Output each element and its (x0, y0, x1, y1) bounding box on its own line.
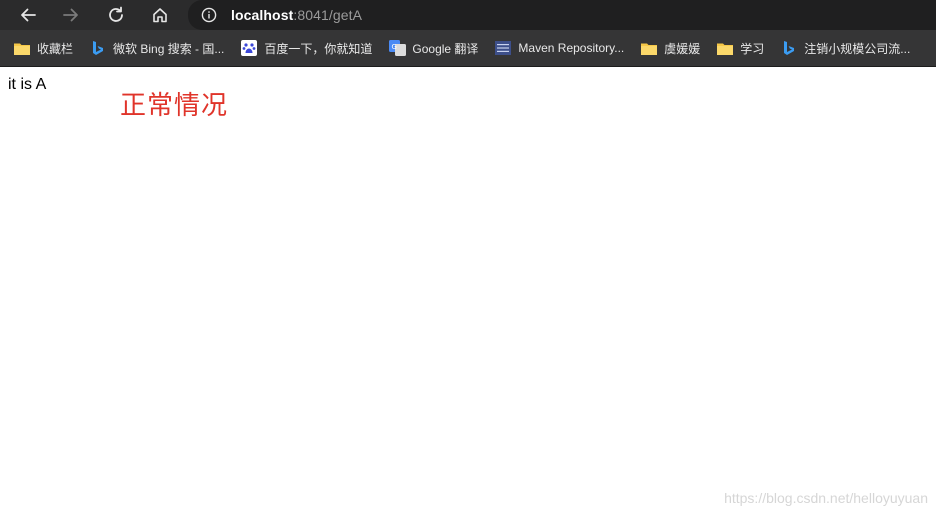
bookmark-folder-yuyuanyuan[interactable]: 虞媛媛 (640, 35, 706, 61)
home-button[interactable] (145, 0, 175, 30)
address-bar[interactable]: localhost:8041/getA (188, 0, 936, 30)
folder-icon (640, 39, 658, 57)
bing-icon (780, 39, 798, 57)
folder-icon (13, 39, 31, 57)
bookmark-label: 收藏栏 (37, 41, 74, 56)
svg-text:G: G (391, 43, 396, 51)
bookmark-label: 注销小规模公司流... (804, 41, 911, 56)
folder-icon (716, 39, 734, 57)
home-icon (153, 8, 167, 23)
browser-toolbar: localhost:8041/getA (0, 0, 936, 30)
browser-window: localhost:8041/getA 收藏栏 微软 Bing 搜索 - 国..… (0, 0, 936, 514)
back-button[interactable] (13, 0, 43, 30)
reload-icon (109, 6, 123, 22)
bookmark-label: 百度一下，你就知道 (264, 41, 373, 56)
arrow-left-icon (21, 8, 36, 22)
bookmark-folder-study[interactable]: 学习 (716, 35, 770, 61)
bookmark-maven[interactable]: Maven Repository... (494, 35, 630, 61)
bookmark-label: Maven Repository... (518, 41, 625, 55)
bookmark-favorites[interactable]: 收藏栏 (13, 35, 79, 61)
bookmark-google-translate[interactable]: G Google 翻译 (388, 35, 484, 61)
bookmark-label: 学习 (740, 41, 765, 56)
bookmark-bing-company[interactable]: 注销小规模公司流... (780, 35, 916, 61)
bookmarks-bar: 收藏栏 微软 Bing 搜索 - 国... 百度一下，你就知道 G Google… (0, 30, 936, 67)
bookmark-label: Google 翻译 (412, 41, 479, 56)
arrow-right-icon (63, 8, 78, 22)
bookmark-label: 虞媛媛 (664, 41, 701, 56)
bookmark-baidu[interactable]: 百度一下，你就知道 (240, 35, 378, 61)
url-text[interactable]: localhost:8041/getA (231, 7, 362, 23)
annotation-label: 正常情况 (120, 91, 229, 121)
url-host: localhost (231, 7, 294, 23)
bing-icon (89, 39, 107, 57)
reload-button[interactable] (101, 0, 131, 30)
baidu-icon (240, 39, 258, 57)
forward-button[interactable] (56, 0, 86, 30)
url-path: :8041/getA (293, 7, 363, 23)
bookmark-label: 微软 Bing 搜索 - 国... (113, 41, 225, 56)
maven-icon (494, 39, 512, 57)
google-translate-icon: G (388, 39, 406, 57)
watermark: https://blog.csdn.net/helloyuyuan (724, 490, 928, 506)
page-content: it is A 正常情况 https://blog.csdn.net/hello… (0, 67, 936, 514)
bookmark-bing[interactable]: 微软 Bing 搜索 - 国... (89, 35, 230, 61)
response-text: it is A (8, 76, 47, 93)
info-icon[interactable] (201, 7, 217, 23)
